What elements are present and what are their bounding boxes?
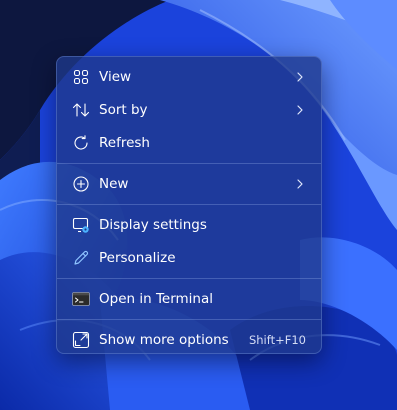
menu-item-new-label: New bbox=[99, 176, 129, 192]
menu-item-show-more-options[interactable]: Show more options Shift+F10 bbox=[61, 324, 317, 356]
refresh-icon bbox=[72, 134, 90, 152]
menu-item-show-more-options-label: Show more options bbox=[99, 332, 229, 348]
display-settings-icon bbox=[72, 216, 90, 234]
chevron-right-icon bbox=[295, 177, 305, 191]
menu-item-display-settings[interactable]: Display settings bbox=[61, 209, 317, 241]
menu-separator bbox=[57, 319, 321, 320]
menu-item-view-label: View bbox=[99, 69, 132, 85]
menu-item-open-in-terminal-label: Open in Terminal bbox=[99, 291, 213, 307]
menu-separator bbox=[57, 204, 321, 205]
menu-item-refresh-label: Refresh bbox=[99, 135, 150, 151]
plus-circle-icon bbox=[72, 175, 90, 193]
menu-item-refresh[interactable]: Refresh bbox=[61, 127, 317, 159]
menu-item-personalize-label: Personalize bbox=[99, 250, 176, 266]
menu-item-sort-by-label: Sort by bbox=[99, 102, 148, 118]
menu-item-open-in-terminal[interactable]: Open in Terminal bbox=[61, 283, 317, 315]
desktop-context-menu: View Sort by Refresh New Display setting… bbox=[56, 56, 322, 354]
menu-item-sort-by[interactable]: Sort by bbox=[61, 94, 317, 126]
chevron-right-icon bbox=[295, 70, 305, 84]
menu-item-view[interactable]: View bbox=[61, 61, 317, 93]
grid-icon bbox=[72, 68, 90, 86]
menu-item-display-settings-label: Display settings bbox=[99, 217, 207, 233]
keyboard-shortcut: Shift+F10 bbox=[248, 333, 306, 347]
menu-item-new[interactable]: New bbox=[61, 168, 317, 200]
menu-item-personalize[interactable]: Personalize bbox=[61, 242, 317, 274]
menu-separator bbox=[57, 278, 321, 279]
sort-arrows-icon bbox=[72, 101, 90, 119]
chevron-right-icon bbox=[295, 103, 305, 117]
expand-icon bbox=[72, 331, 90, 349]
terminal-icon bbox=[72, 290, 90, 308]
pen-icon bbox=[72, 249, 90, 267]
menu-separator bbox=[57, 163, 321, 164]
